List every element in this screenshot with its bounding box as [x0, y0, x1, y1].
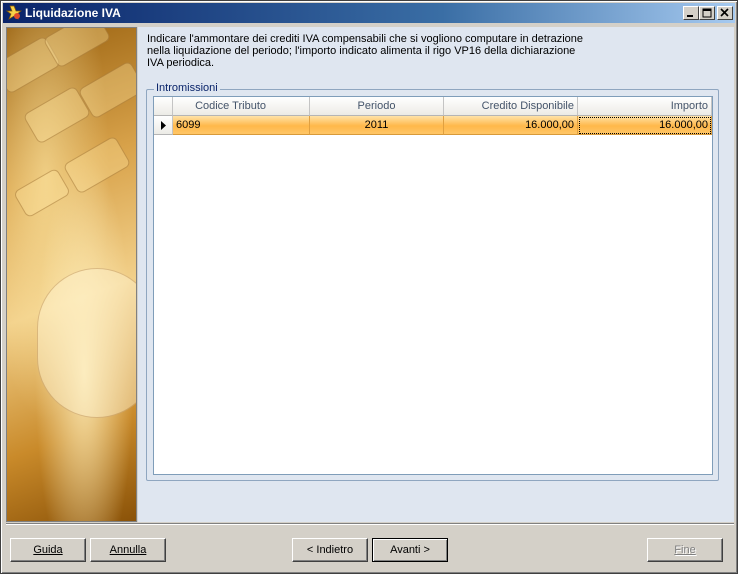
- instruction-text: Indicare l'ammontare dei crediti IVA com…: [147, 33, 584, 69]
- table-row[interactable]: 6099 2011 16.000,00 16.000,00: [154, 116, 712, 135]
- cell-credito[interactable]: 16.000,00: [444, 116, 578, 135]
- column-header-credito[interactable]: Credito Disponibile: [444, 97, 578, 116]
- wizard-window: Liquidazione IVA Indicare l'ammontare de…: [0, 0, 738, 574]
- cell-periodo[interactable]: 2011: [310, 116, 444, 135]
- fine-button: Fine: [647, 538, 723, 562]
- wizard-content: Indicare l'ammontare dei crediti IVA com…: [138, 27, 734, 522]
- column-header-periodo[interactable]: Periodo: [310, 97, 444, 116]
- button-separator: [6, 523, 734, 525]
- group-label: Intromissioni: [154, 82, 220, 94]
- wizard-side-image: [6, 27, 137, 522]
- avanti-button[interactable]: Avanti >: [372, 538, 448, 562]
- fine-label: Fine: [674, 544, 696, 556]
- title-bar[interactable]: Liquidazione IVA: [3, 3, 735, 23]
- guida-label: Guida: [33, 544, 63, 556]
- intromissioni-grid[interactable]: Codice Tributo Periodo Credito Disponibi…: [153, 96, 713, 475]
- header-corner: [154, 97, 173, 116]
- column-header-importo[interactable]: Importo: [578, 97, 712, 116]
- cell-codice[interactable]: 6099: [173, 116, 310, 135]
- app-icon: [5, 5, 23, 21]
- grid-header: Codice Tributo Periodo Credito Disponibi…: [154, 97, 712, 116]
- indietro-label: < Indietro: [306, 544, 354, 556]
- avanti-label: Avanti >: [390, 544, 430, 556]
- cell-importo[interactable]: 16.000,00: [578, 116, 712, 135]
- window-title: Liquidazione IVA: [25, 6, 121, 20]
- minimize-icon[interactable]: [683, 6, 699, 20]
- annulla-label: Annulla: [109, 544, 147, 556]
- column-header-codice[interactable]: Codice Tributo: [173, 97, 310, 116]
- row-pointer-icon[interactable]: [154, 116, 173, 135]
- maximize-icon[interactable]: [699, 6, 715, 20]
- close-icon[interactable]: [717, 6, 733, 20]
- intromissioni-group: Intromissioni Codice Tributo Periodo Cre…: [146, 82, 719, 481]
- guida-button[interactable]: Guida: [10, 538, 86, 562]
- indietro-button[interactable]: < Indietro: [292, 538, 368, 562]
- annulla-button[interactable]: Annulla: [90, 538, 166, 562]
